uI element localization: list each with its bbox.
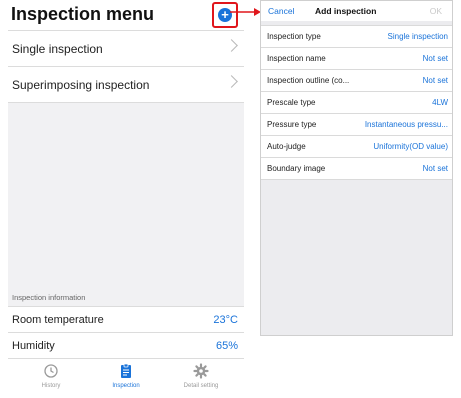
panel-title: Add inspection bbox=[315, 6, 377, 16]
chevron-right-icon bbox=[225, 75, 238, 88]
tab-detail-setting[interactable]: Detail setting bbox=[166, 363, 236, 389]
info-row-humidity: Humidity 65% bbox=[8, 332, 244, 358]
inspection-menu-screen: Inspection menu + Single inspection Supe… bbox=[8, 0, 244, 398]
tab-label: History bbox=[41, 383, 61, 389]
setting-row-inspection-name[interactable]: Inspection name Not set bbox=[261, 47, 452, 69]
tab-inspection[interactable]: Inspection bbox=[91, 363, 161, 389]
arrow-right-icon bbox=[230, 8, 261, 16]
menu-item-single-inspection[interactable]: Single inspection bbox=[8, 30, 244, 66]
setting-label: Inspection type bbox=[267, 32, 321, 41]
setting-label: Inspection outline (co... bbox=[267, 76, 350, 85]
menu-item-label: Single inspection bbox=[12, 42, 103, 56]
tab-bar: History Inspection Detail setting bbox=[8, 358, 244, 398]
setting-value: Instantaneous pressu... bbox=[364, 120, 448, 129]
setting-value: Not set bbox=[422, 54, 448, 63]
setting-row-inspection-type[interactable]: Inspection type Single inspection bbox=[261, 25, 452, 47]
tab-label: Detail setting bbox=[183, 383, 219, 389]
setting-value: Not set bbox=[422, 76, 448, 85]
info-label: Room temperature bbox=[12, 314, 104, 326]
menu-item-label: Superimposing inspection bbox=[12, 78, 150, 92]
clipboard-icon bbox=[121, 363, 131, 378]
header: Inspection menu + bbox=[8, 0, 244, 30]
setting-value: Not set bbox=[422, 164, 448, 173]
menu-item-superimposing-inspection[interactable]: Superimposing inspection bbox=[8, 66, 244, 103]
setting-row-prescale-type[interactable]: Prescale type 4LW bbox=[261, 91, 452, 113]
add-inspection-panel: Cancel Add inspection OK Inspection type… bbox=[260, 0, 453, 336]
panel-header: Cancel Add inspection OK bbox=[261, 1, 452, 21]
setting-label: Pressure type bbox=[267, 120, 317, 129]
tab-history[interactable]: History bbox=[16, 363, 86, 389]
setting-label: Auto-judge bbox=[267, 142, 306, 151]
setting-label: Boundary image bbox=[267, 164, 326, 173]
cancel-button[interactable]: Cancel bbox=[268, 6, 294, 16]
history-icon bbox=[44, 364, 58, 378]
tab-label: Inspection bbox=[112, 383, 140, 389]
setting-value: 4LW bbox=[432, 98, 448, 107]
chevron-right-icon bbox=[225, 39, 238, 52]
setting-row-auto-judge[interactable]: Auto-judge Uniformity(OD value) bbox=[261, 135, 452, 157]
ok-button[interactable]: OK bbox=[430, 6, 442, 16]
info-label: Humidity bbox=[12, 340, 55, 352]
gear-icon bbox=[193, 363, 209, 379]
info-value: 23°C bbox=[213, 314, 238, 326]
setting-value: Single inspection bbox=[387, 32, 448, 41]
page-title: Inspection menu bbox=[11, 4, 155, 24]
setting-row-boundary-image[interactable]: Boundary image Not set bbox=[261, 157, 452, 180]
setting-value: Uniformity(OD value) bbox=[373, 142, 448, 151]
info-value: 65% bbox=[215, 340, 238, 352]
setting-label: Prescale type bbox=[267, 98, 316, 107]
setting-row-pressure-type[interactable]: Pressure type Instantaneous pressu... bbox=[261, 113, 452, 135]
info-row-room-temperature: Room temperature 23°C bbox=[8, 306, 244, 332]
setting-row-inspection-outline[interactable]: Inspection outline (co... Not set bbox=[261, 69, 452, 91]
section-header-inspection-information: Inspection information bbox=[12, 293, 86, 302]
setting-label: Inspection name bbox=[267, 54, 326, 63]
